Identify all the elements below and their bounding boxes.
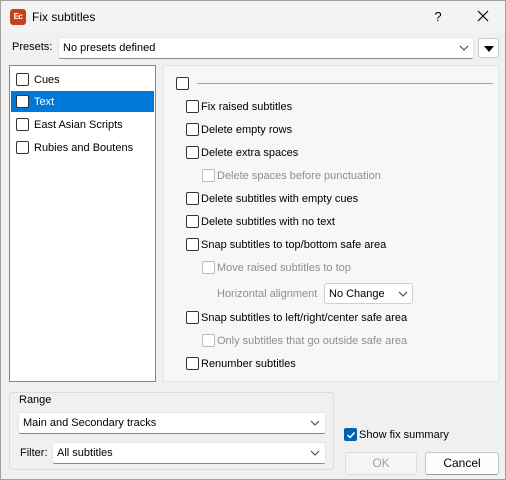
option-label: Snap subtitles to left/right/center safe… — [201, 312, 408, 324]
chevron-down-icon — [459, 45, 469, 51]
triangle-down-icon — [484, 46, 494, 52]
category-item-text[interactable]: Text — [11, 91, 154, 112]
checkbox[interactable] — [186, 146, 199, 159]
checkbox[interactable] — [202, 334, 215, 347]
option-label: Snap subtitles to top/bottom safe area — [201, 239, 387, 251]
category-item-rubies-boutens[interactable]: Rubies and Boutens — [11, 137, 154, 158]
category-checkbox[interactable] — [16, 95, 29, 108]
help-button[interactable]: ? — [426, 7, 450, 27]
ok-button[interactable]: OK — [345, 452, 417, 475]
checkmark-icon — [346, 431, 356, 439]
presets-label: Presets: — [12, 41, 53, 53]
checkbox[interactable] — [202, 261, 215, 274]
option-label: Delete extra spaces — [201, 147, 299, 159]
checkbox[interactable] — [186, 311, 199, 324]
option-label: Fix raised subtitles — [201, 101, 293, 113]
tracks-dropdown[interactable]: Main and Secondary tracks — [18, 412, 326, 434]
checkbox[interactable] — [186, 192, 199, 205]
chevron-down-icon — [398, 291, 408, 297]
chevron-down-icon — [310, 450, 320, 456]
window-title: Fix subtitles — [32, 10, 96, 24]
presets-menu-button[interactable] — [478, 38, 499, 58]
category-label: Text — [34, 96, 55, 108]
category-label: Cues — [34, 74, 60, 86]
checkbox[interactable] — [186, 100, 199, 113]
category-label: Rubies and Boutens — [34, 142, 134, 154]
range-title: Range — [18, 394, 53, 406]
title-bar: Ec Fix subtitles ? — [1, 1, 505, 33]
app-logo-icon: Ec — [10, 9, 26, 25]
category-item-cues[interactable]: Cues — [11, 69, 154, 90]
horizontal-alignment-value: No Change — [329, 288, 385, 300]
checkbox[interactable] — [186, 215, 199, 228]
filter-label: Filter: — [20, 447, 48, 459]
checkbox[interactable] — [186, 238, 199, 251]
cancel-button[interactable]: Cancel — [425, 452, 499, 475]
option-label: Only subtitles that go outside safe area — [217, 335, 408, 347]
close-icon — [477, 10, 489, 22]
option-label: Show fix summary — [359, 429, 449, 441]
checkbox[interactable] — [176, 77, 189, 90]
category-checkbox[interactable] — [16, 118, 29, 131]
category-item-east-asian-scripts[interactable]: East Asian Scripts — [11, 114, 154, 135]
presets-dropdown[interactable]: No presets defined — [58, 37, 474, 59]
category-list[interactable]: Cues Text East Asian Scripts Rubies and … — [9, 65, 156, 382]
checkbox[interactable] — [186, 357, 199, 370]
option-label: Renumber subtitles — [201, 358, 296, 370]
category-checkbox[interactable] — [16, 73, 29, 86]
horizontal-alignment-dropdown[interactable]: No Change — [324, 283, 413, 304]
option-label: Delete subtitles with no text — [201, 216, 335, 228]
category-checkbox[interactable] — [16, 141, 29, 154]
option-label: Delete empty rows — [201, 124, 293, 136]
filter-value: All subtitles — [57, 447, 113, 459]
close-button[interactable] — [469, 7, 497, 27]
chevron-down-icon — [310, 420, 320, 426]
separator-line — [197, 83, 493, 84]
checkbox[interactable] — [202, 169, 215, 182]
presets-value: No presets defined — [63, 42, 156, 54]
option-label: Delete spaces before punctuation — [217, 170, 381, 182]
checkbox[interactable] — [186, 123, 199, 136]
horizontal-alignment-label: Horizontal alignment — [217, 288, 318, 300]
checkbox-checked[interactable] — [344, 428, 357, 441]
fix-subtitles-dialog: Ec Fix subtitles ? Presets: No presets d… — [0, 0, 506, 480]
filter-dropdown[interactable]: All subtitles — [52, 442, 326, 464]
category-label: East Asian Scripts — [34, 119, 123, 131]
option-label: Move raised subtitles to top — [217, 262, 351, 274]
option-label: Delete subtitles with empty cues — [201, 193, 359, 205]
tracks-value: Main and Secondary tracks — [23, 417, 157, 429]
